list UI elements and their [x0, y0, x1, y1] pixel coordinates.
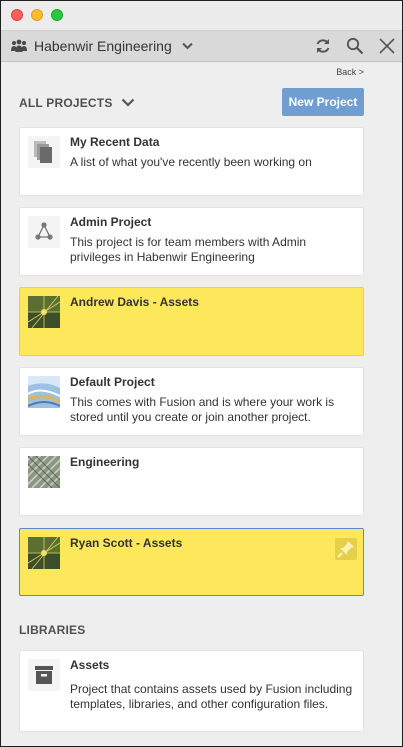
engineering-thumbnail	[28, 456, 60, 488]
refresh-icon[interactable]	[314, 37, 332, 55]
archive-box-icon	[28, 659, 60, 691]
project-card-my-recent-data[interactable]: My Recent Data A list of what you've rec…	[19, 127, 364, 196]
minimize-window-button[interactable]	[31, 9, 43, 21]
project-description: This comes with Fusion and is where your…	[70, 395, 335, 424]
project-title: My Recent Data	[70, 135, 160, 149]
close-window-button[interactable]	[11, 9, 23, 21]
new-project-button[interactable]: New Project	[282, 88, 364, 116]
project-title: Engineering	[70, 455, 140, 469]
project-description: A list of what you've recently been work…	[70, 155, 312, 169]
project-card-andrew-davis-assets[interactable]: Andrew Davis - Assets	[19, 287, 364, 356]
project-description: This project is for team members with Ad…	[70, 235, 307, 264]
project-card-default-project[interactable]: Default Project This comes with Fusion a…	[19, 367, 364, 436]
library-description: Project that contains assets used by Fus…	[70, 682, 353, 711]
project-card-admin-project[interactable]: Admin Project This project is for team m…	[19, 207, 364, 276]
project-title: Andrew Davis - Assets	[70, 295, 199, 309]
chevron-down-icon[interactable]	[182, 42, 193, 50]
project-title: Ryan Scott - Assets	[70, 536, 183, 550]
team-selector[interactable]: Habenwir Engineering	[34, 38, 172, 54]
recent-documents-icon	[28, 136, 60, 168]
project-title: Admin Project	[70, 215, 152, 229]
app-window: Habenwir Engineering Back > ALL PROJECTS…	[0, 0, 403, 747]
search-icon[interactable]	[346, 37, 364, 55]
libraries-heading: LIBRARIES	[19, 623, 86, 637]
project-card-ryan-scott-assets[interactable]: Ryan Scott - Assets	[19, 528, 364, 596]
close-icon[interactable]	[378, 37, 396, 55]
assets-thumbnail	[28, 537, 60, 569]
pin-icon	[337, 541, 354, 558]
library-card-assets[interactable]: Assets Project that contains assets used…	[19, 650, 364, 732]
library-title: Assets	[70, 658, 110, 672]
assets-thumbnail	[28, 296, 60, 328]
project-card-engineering[interactable]: Engineering	[19, 447, 364, 516]
default-project-thumbnail	[28, 376, 60, 408]
team-toolbar: Habenwir Engineering	[1, 31, 402, 62]
title-bar	[1, 1, 402, 31]
admin-nodes-icon	[28, 216, 60, 248]
chevron-down-icon[interactable]	[121, 98, 135, 107]
all-projects-heading[interactable]: ALL PROJECTS	[19, 96, 113, 110]
team-people-icon	[11, 39, 27, 52]
pin-project-button[interactable]	[335, 538, 357, 560]
back-link[interactable]: Back >	[336, 67, 364, 77]
project-title: Default Project	[70, 375, 155, 389]
maximize-window-button[interactable]	[51, 9, 63, 21]
